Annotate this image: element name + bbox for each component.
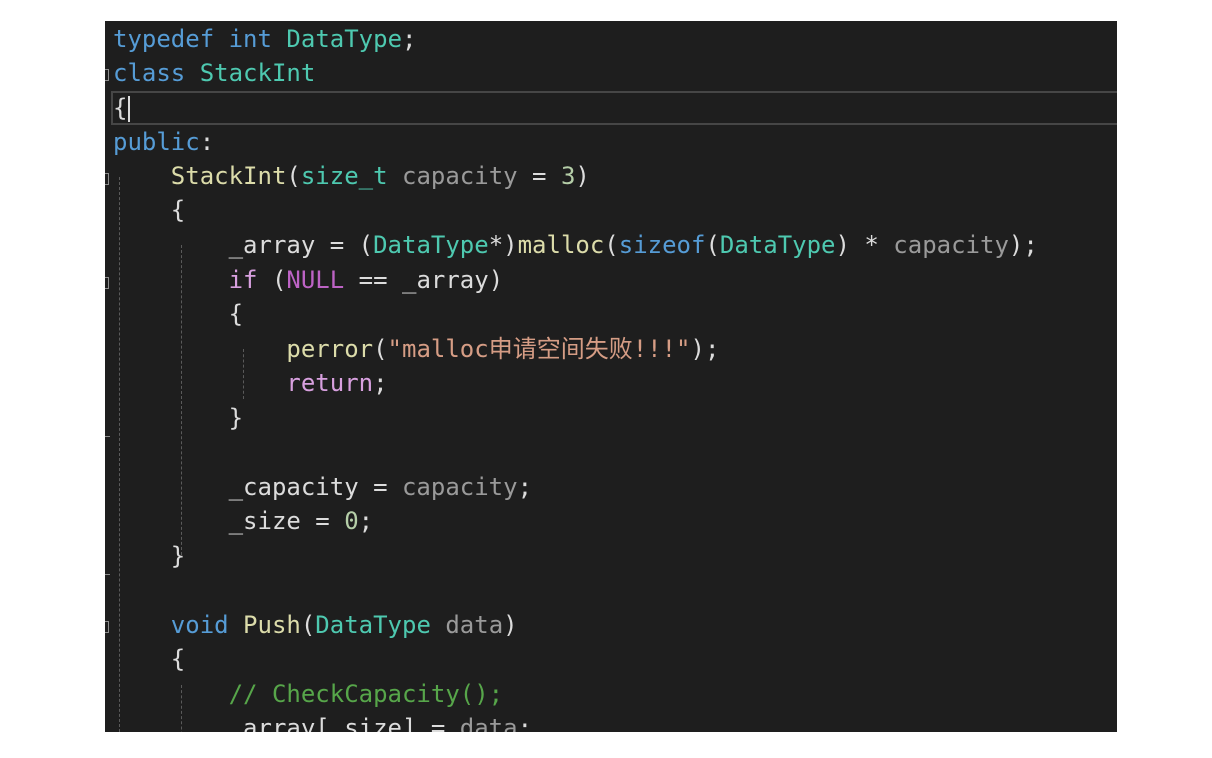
code-line-18: void Push(DataType data) [170,611,518,639]
code-line-20: // CheckCapacity(); [228,680,504,708]
code-line-2: class StackInt [113,59,316,87]
code-line-1: typedef int DataType; [113,25,417,53]
code-line-6: { [113,196,186,224]
code-line-7: _array = (DataType*)malloc(sizeof(DataTy… [113,231,1038,259]
code-line-10: perror("malloc申请空间失败!!!"); [286,335,720,363]
code-line-19: { [113,645,186,673]
code-line-15: _size = 0; [113,507,374,535]
fold-collapse-icon[interactable] [105,277,109,289]
fold-collapse-icon[interactable] [105,621,109,633]
code-line-9: { [113,300,244,328]
code-line-8: if (NULL == _array) [228,266,504,294]
code-line-14: _capacity = capacity; [113,473,533,501]
code-line-12: } [113,404,244,432]
fold-collapse-icon[interactable] [105,173,109,185]
fold-collapse-icon[interactable] [105,69,109,81]
code-line-11: return; [286,369,388,397]
code-line-21: _array[_size] = data; [113,714,533,732]
fold-end-marker [105,436,110,437]
code-line-3: { [113,94,128,122]
text-caret [128,96,130,122]
code-line-16: } [113,542,186,570]
code-editor[interactable]: typedef int DataType; class StackInt { p… [105,21,1117,732]
fold-end-marker [105,574,110,575]
current-line-highlight [111,91,1117,125]
code-line-4: public: [113,128,215,156]
code-line-5: StackInt(size_t capacity = 3) [170,162,590,190]
